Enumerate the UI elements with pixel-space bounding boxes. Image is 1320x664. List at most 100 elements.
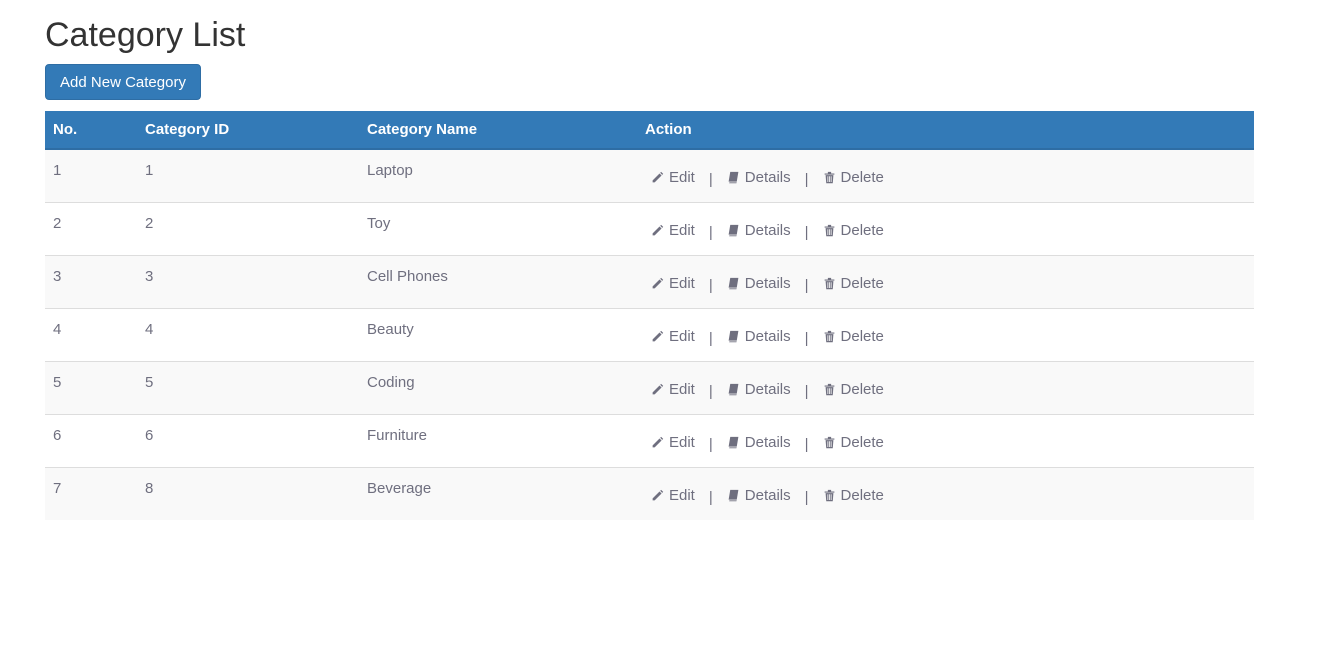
- row-actions: Edit | Details | Delete: [637, 361, 1254, 414]
- book-icon: [727, 277, 740, 290]
- action-separator: |: [804, 435, 809, 453]
- edit-link[interactable]: Edit: [651, 328, 695, 345]
- book-icon: [727, 383, 740, 396]
- details-label: Details: [744, 274, 791, 292]
- pencil-icon: [651, 383, 664, 396]
- trash-icon: [823, 330, 836, 343]
- edit-link[interactable]: Edit: [651, 487, 695, 504]
- row-actions: Edit | Details | Delete: [637, 149, 1254, 202]
- category-table: No. Category ID Category Name Action 1 1 L…: [45, 111, 1254, 520]
- details-link[interactable]: Details: [727, 434, 791, 451]
- trash-icon: [823, 436, 836, 449]
- table-header: No. Category ID Category Name Action: [45, 111, 1254, 150]
- row-number: 2: [53, 214, 62, 232]
- edit-label: Edit: [669, 274, 695, 292]
- header-category-name: Category Name: [359, 111, 637, 150]
- delete-label: Delete: [840, 380, 884, 398]
- row-category-id: 5: [145, 373, 154, 391]
- action-separator: |: [708, 435, 713, 453]
- row-category-id: 6: [145, 426, 154, 444]
- action-separator: |: [804, 223, 809, 241]
- edit-link[interactable]: Edit: [651, 434, 695, 451]
- edit-link[interactable]: Edit: [651, 222, 695, 239]
- edit-label: Edit: [669, 486, 695, 504]
- trash-icon: [823, 489, 836, 502]
- header-category-id: Category ID: [137, 111, 359, 150]
- book-icon: [727, 171, 740, 184]
- action-separator: |: [708, 329, 713, 347]
- book-icon: [727, 224, 740, 237]
- delete-link[interactable]: Delete: [823, 328, 884, 345]
- edit-label: Edit: [669, 327, 695, 345]
- action-separator: |: [708, 488, 713, 506]
- row-category-id: 1: [145, 162, 154, 179]
- details-label: Details: [744, 433, 791, 451]
- table-row: 3 3 Cell Phones Edit | Details | Delete: [45, 255, 1254, 308]
- row-category-name: Beauty: [367, 320, 414, 338]
- row-number: 7: [53, 479, 62, 497]
- book-icon: [727, 489, 740, 502]
- delete-label: Delete: [840, 486, 884, 504]
- row-category-id: 2: [145, 214, 154, 232]
- details-label: Details: [744, 380, 791, 398]
- row-category-id: 3: [145, 267, 154, 285]
- pencil-icon: [651, 171, 664, 184]
- details-link[interactable]: Details: [727, 169, 791, 186]
- pencil-icon: [651, 330, 664, 343]
- row-actions: Edit | Details | Delete: [637, 467, 1254, 520]
- add-new-category-button[interactable]: Add New Category: [45, 64, 201, 100]
- delete-link[interactable]: Delete: [823, 222, 884, 239]
- table-body: 1 1 Laptop Edit | Details | Delete 2 2 Toy Edit | Det…: [45, 149, 1254, 520]
- delete-label: Delete: [840, 327, 884, 345]
- action-separator: |: [804, 329, 809, 347]
- table-row: 4 4 Beauty Edit | Details | Delete: [45, 308, 1254, 361]
- action-separator: |: [708, 382, 713, 400]
- row-category-name: Cell Phones: [367, 267, 448, 285]
- edit-label: Edit: [669, 221, 695, 239]
- trash-icon: [823, 224, 836, 237]
- header-row: No. Category ID Category Name Action: [45, 111, 1254, 150]
- action-separator: |: [708, 223, 713, 241]
- pencil-icon: [651, 489, 664, 502]
- action-separator: |: [804, 276, 809, 294]
- details-label: Details: [744, 169, 791, 186]
- edit-label: Edit: [669, 169, 695, 186]
- delete-label: Delete: [840, 221, 884, 239]
- delete-link[interactable]: Delete: [823, 381, 884, 398]
- edit-link[interactable]: Edit: [651, 381, 695, 398]
- row-category-name: Coding: [367, 373, 415, 391]
- trash-icon: [823, 383, 836, 396]
- row-number: 5: [53, 373, 62, 391]
- details-label: Details: [744, 486, 791, 504]
- book-icon: [727, 330, 740, 343]
- trash-icon: [823, 171, 836, 184]
- delete-link[interactable]: Delete: [823, 487, 884, 504]
- action-separator: |: [708, 171, 713, 188]
- edit-label: Edit: [669, 433, 695, 451]
- pencil-icon: [651, 436, 664, 449]
- action-separator: |: [804, 382, 809, 400]
- details-link[interactable]: Details: [727, 328, 791, 345]
- edit-link[interactable]: Edit: [651, 169, 695, 186]
- row-category-name: Beverage: [367, 479, 432, 497]
- details-link[interactable]: Details: [727, 381, 791, 398]
- table-row: 1 1 Laptop Edit | Details | Delete: [45, 149, 1254, 202]
- row-number: 1: [53, 162, 62, 179]
- page-title: Category List: [45, 16, 246, 54]
- edit-link[interactable]: Edit: [651, 275, 695, 292]
- details-link[interactable]: Details: [727, 275, 791, 292]
- row-category-name: Laptop: [367, 162, 413, 179]
- table-row: 7 8 Beverage Edit | Details | Delete: [45, 467, 1254, 520]
- details-link[interactable]: Details: [727, 487, 791, 504]
- delete-link[interactable]: Delete: [823, 434, 884, 451]
- delete-label: Delete: [840, 433, 884, 451]
- details-label: Details: [744, 221, 791, 239]
- delete-link[interactable]: Delete: [823, 169, 884, 186]
- row-number: 4: [53, 320, 62, 338]
- header-no: No.: [45, 111, 137, 150]
- details-link[interactable]: Details: [727, 222, 791, 239]
- delete-link[interactable]: Delete: [823, 275, 884, 292]
- table-row: 6 6 Furniture Edit | Details | Delete: [45, 414, 1254, 467]
- row-category-id: 4: [145, 320, 154, 338]
- row-number: 6: [53, 426, 62, 444]
